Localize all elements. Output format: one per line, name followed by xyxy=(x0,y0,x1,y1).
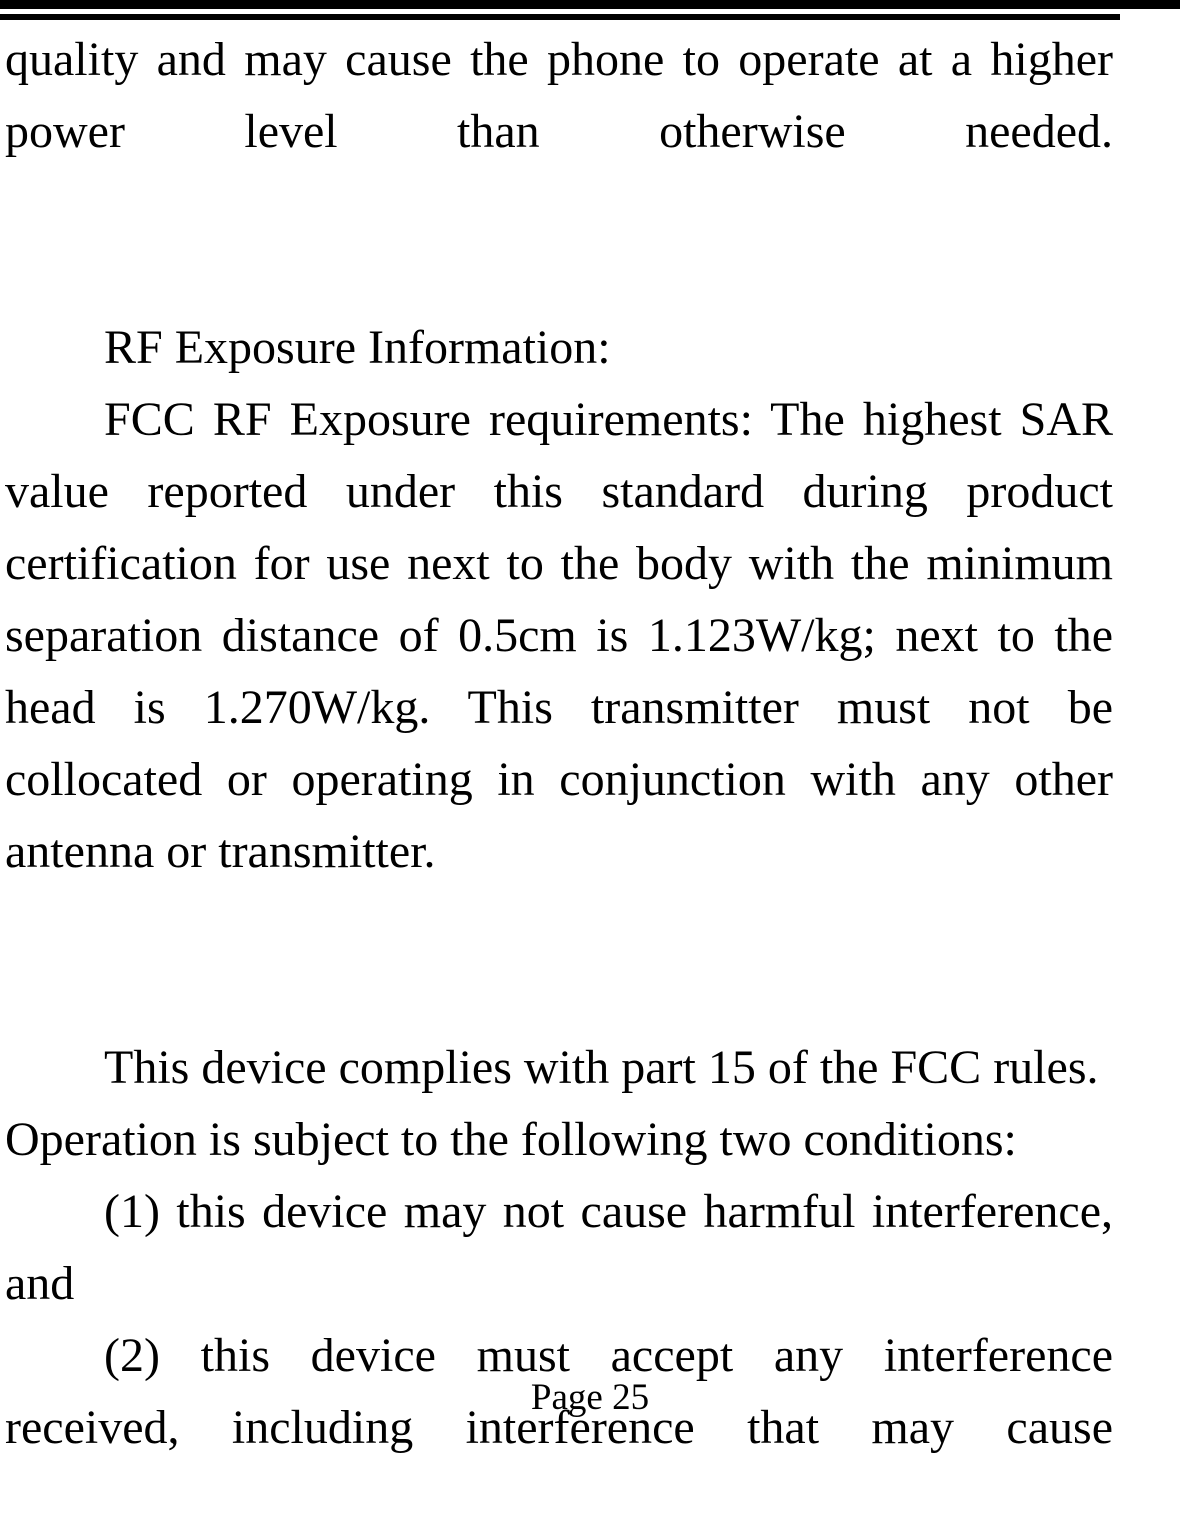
blank-line-spacer xyxy=(5,240,1113,312)
fcc-part15-intro-line-2: Operation is subject to the following tw… xyxy=(5,1113,1017,1166)
header-rule-thin xyxy=(0,14,1120,20)
document-body: quality and may cause the phone to opera… xyxy=(5,24,1113,1536)
page-number: Page 25 xyxy=(530,1377,650,1418)
fcc-condition-1: (1) this device may not cause harmful in… xyxy=(5,1185,1113,1310)
rf-exposure-heading: RF Exposure Information: xyxy=(104,321,611,374)
page-footer: Page 25 xyxy=(0,1375,1180,1421)
fcc-part15-intro-line-1: This device complies with part 15 of the… xyxy=(104,1041,1099,1094)
header-double-rule xyxy=(0,0,1180,24)
paragraph-continued-text: quality and may cause the phone to opera… xyxy=(5,33,1113,158)
document-page: quality and may cause the phone to opera… xyxy=(0,0,1180,1454)
header-rule-thick xyxy=(0,0,1180,9)
rf-exposure-body-paragraph: FCC RF Exposure requirements: The highes… xyxy=(5,393,1113,878)
blank-lines-spacer xyxy=(5,888,1113,1032)
fcc-condition-2: (2) this device must accept any interfer… xyxy=(5,1329,1113,1454)
